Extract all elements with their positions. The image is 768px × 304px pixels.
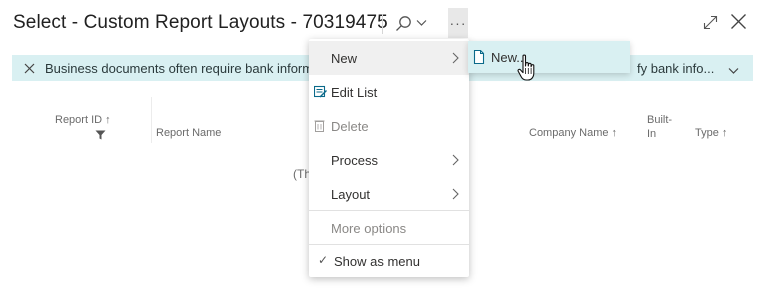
delete-icon: [314, 119, 325, 135]
column-header-built-in[interactable]: Built- In: [647, 113, 672, 141]
chevron-down-icon[interactable]: [728, 63, 739, 78]
submenu-new: New...: [468, 41, 630, 73]
sort-ascending-icon: ↑: [611, 127, 618, 139]
column-header-report-name[interactable]: Report Name: [156, 126, 221, 140]
filter-icon[interactable]: [95, 127, 106, 145]
sort-ascending-icon: ↑: [105, 114, 111, 126]
menu-item-show-as-menu[interactable]: ✓ Show as menu: [309, 244, 469, 278]
column-header-type[interactable]: Type ↑: [695, 126, 727, 140]
dismiss-notification-icon[interactable]: [12, 63, 46, 74]
hand-cursor-icon: [517, 54, 539, 87]
menu-item-delete[interactable]: Delete: [309, 109, 469, 143]
more-options-button[interactable]: ···: [448, 8, 468, 38]
new-document-icon: [473, 49, 485, 67]
sort-ascending-icon: ↑: [721, 127, 728, 139]
notification-message: Business documents often require bank in…: [45, 61, 321, 76]
chevron-right-icon: [452, 188, 459, 203]
search-icon: [395, 15, 412, 32]
search-button[interactable]: [392, 10, 432, 36]
expand-icon[interactable]: [703, 15, 718, 35]
chevron-right-icon: [452, 154, 459, 169]
checkmark-icon: ✓: [318, 253, 329, 267]
column-divider: [151, 97, 152, 143]
close-icon[interactable]: [730, 13, 747, 35]
column-header-report-id[interactable]: Report ID ↑: [55, 113, 111, 127]
edit-list-icon: [313, 85, 327, 101]
chevron-right-icon: [452, 52, 459, 67]
menu-item-more-options[interactable]: More options: [309, 211, 469, 245]
menu-item-new[interactable]: New: [309, 41, 469, 75]
column-header-company-name[interactable]: Company Name ↑: [529, 126, 617, 140]
title-divider: [382, 14, 383, 34]
menu-item-layout[interactable]: Layout: [309, 177, 469, 211]
page-title: Select - Custom Report Layouts - 7031947…: [13, 12, 388, 33]
menu-item-edit-list[interactable]: Edit List: [309, 75, 469, 109]
actions-menu: New Edit List Delete Process Layout More…: [309, 39, 469, 277]
menu-item-process[interactable]: Process: [309, 143, 469, 177]
notification-message-tail[interactable]: fy bank info...: [637, 61, 714, 76]
chevron-down-icon: [416, 19, 427, 27]
